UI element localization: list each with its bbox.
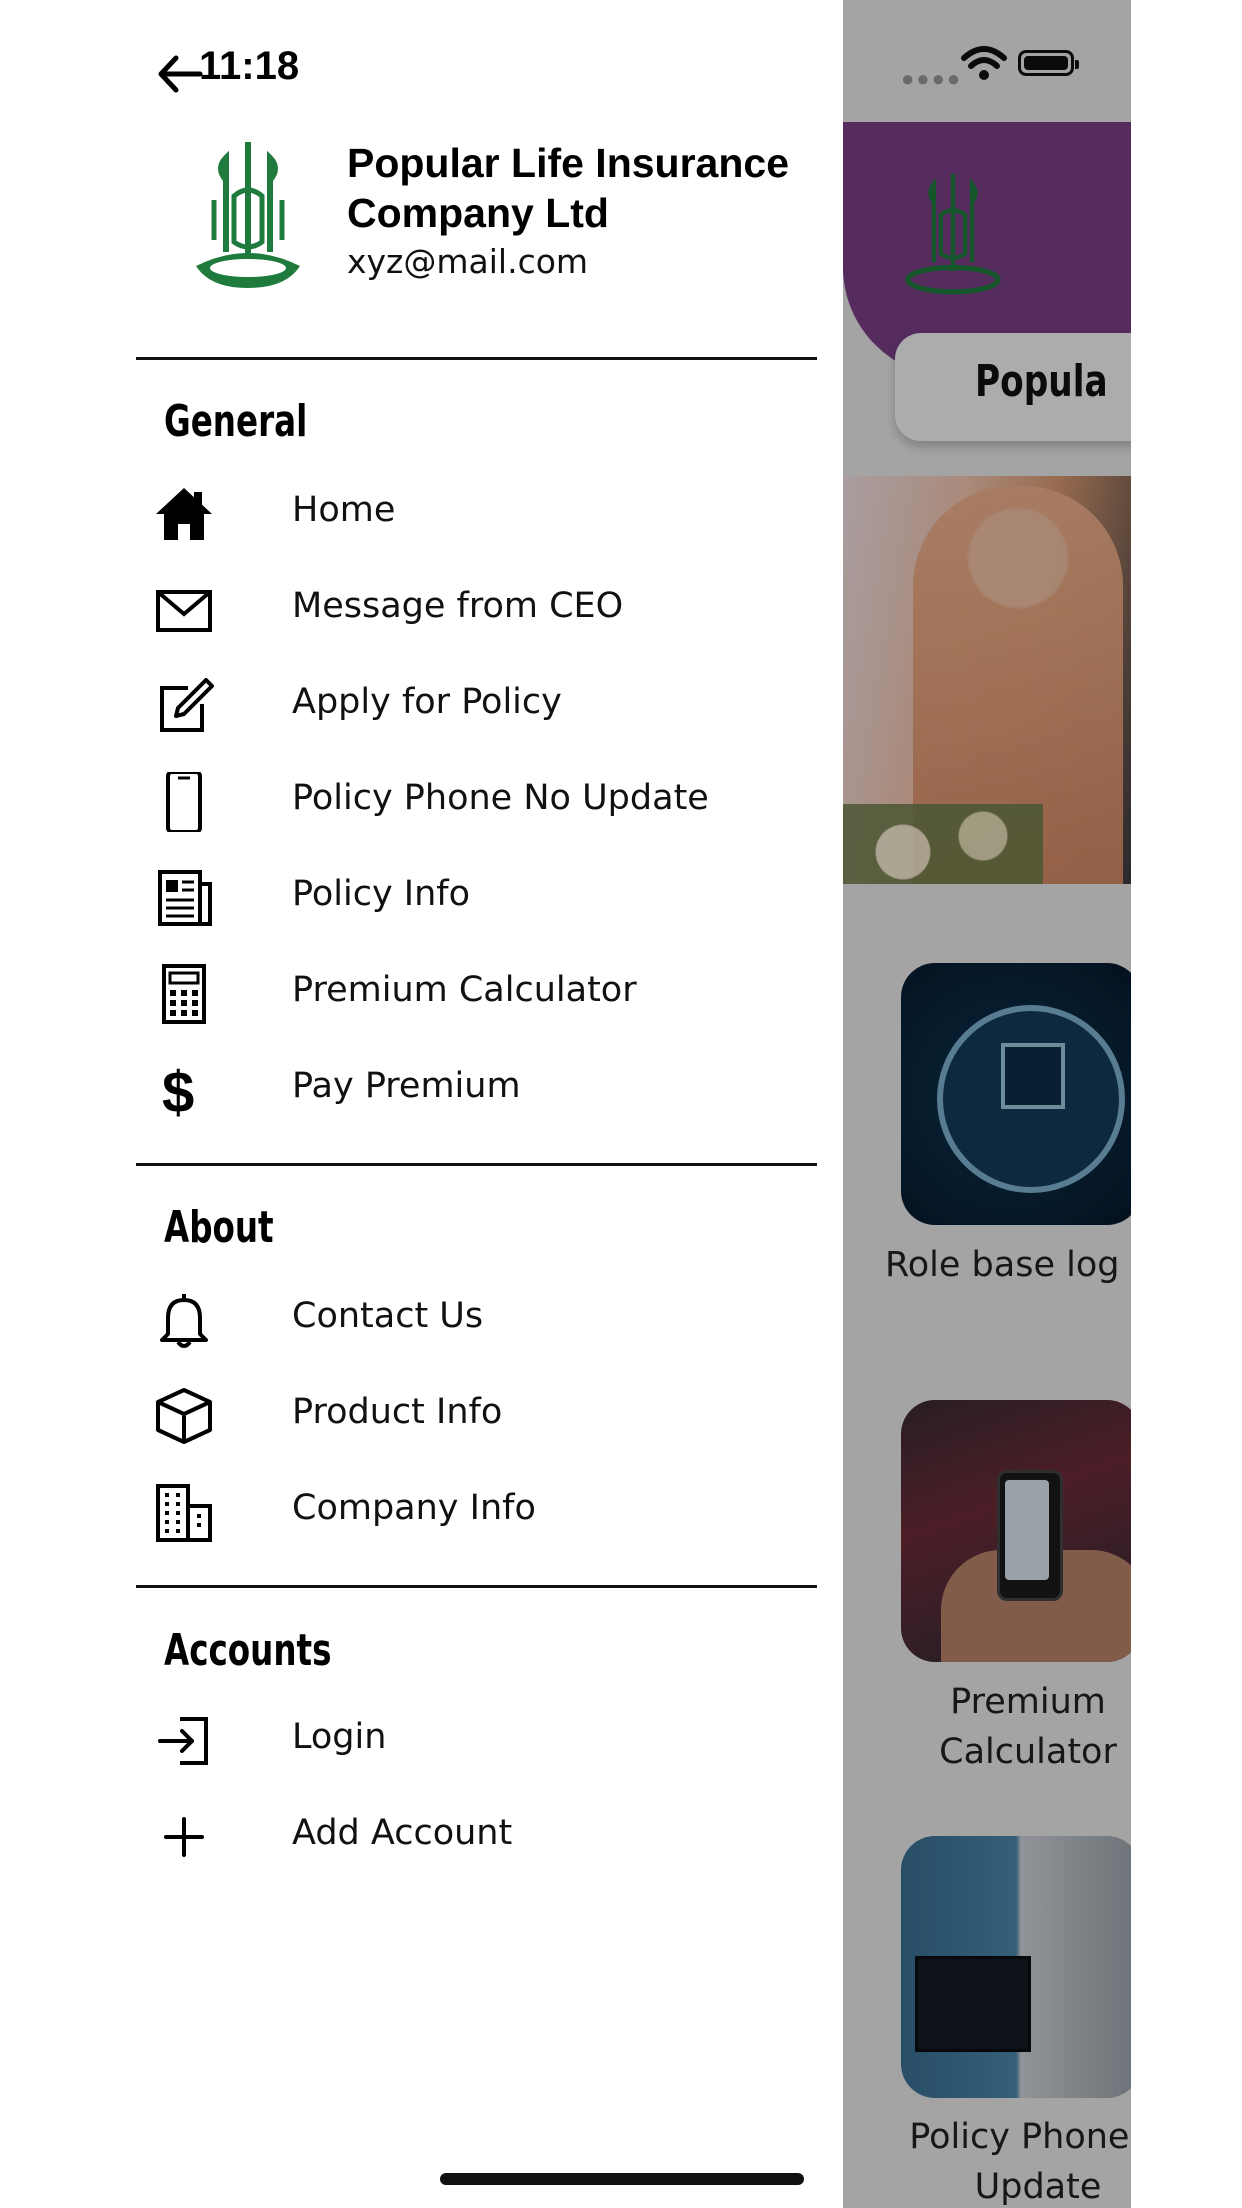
building-icon (154, 1482, 214, 1542)
menu-item-contact-us[interactable]: Contact Us (136, 1274, 817, 1366)
login-icon (154, 1711, 214, 1771)
mail-icon (154, 580, 214, 640)
svg-text:$: $ (162, 1060, 194, 1120)
company-name: Popular Life Insurance Company Ltd (347, 140, 789, 236)
smartphone-icon (154, 772, 214, 832)
newspaper-icon (154, 868, 214, 928)
menu-item-pay-premium[interactable]: $ Pay Premium (136, 1044, 817, 1136)
menu-item-policy-info[interactable]: Policy Info (136, 852, 817, 944)
section-title-accounts: Accounts (164, 1625, 332, 1676)
menu-item-premium-calculator[interactable]: Premium Calculator (136, 948, 817, 1040)
menu-item-product-info[interactable]: Product Info (136, 1370, 817, 1462)
divider (136, 1163, 817, 1166)
dollar-icon: $ (154, 1060, 214, 1120)
divider (136, 1585, 817, 1588)
user-email: xyz@mail.com (347, 242, 589, 281)
home-icon (154, 484, 214, 544)
menu-item-apply-for-policy[interactable]: Apply for Policy (136, 660, 817, 752)
menu-item-label: Policy Info (292, 874, 471, 914)
menu-item-label: Product Info (292, 1392, 503, 1432)
menu-item-label: Pay Premium (292, 1066, 521, 1106)
back-arrow-icon[interactable] (156, 50, 204, 98)
menu-item-label: Add Account (292, 1813, 513, 1853)
section-title-general: General (164, 396, 308, 447)
navigation-drawer: 11:18 Popular Life Insurance Company Ltd… (0, 0, 843, 2208)
section-title-about: About (164, 1202, 274, 1253)
menu-item-label: Company Info (292, 1488, 536, 1528)
status-time: 11:18 (199, 44, 300, 88)
menu-item-company-info[interactable]: Company Info (136, 1466, 817, 1558)
edit-icon (154, 676, 214, 736)
plus-icon (154, 1807, 214, 1867)
menu-item-message-from-ceo[interactable]: Message from CEO (136, 564, 817, 656)
menu-item-login[interactable]: Login (136, 1695, 817, 1787)
menu-item-home[interactable]: Home (136, 468, 817, 560)
menu-item-add-account[interactable]: Add Account (136, 1791, 817, 1883)
menu-item-label: Policy Phone No Update (292, 778, 709, 818)
bell-icon (154, 1290, 214, 1350)
home-indicator (440, 2173, 804, 2185)
menu-item-label: Message from CEO (292, 586, 624, 626)
calculator-icon (154, 964, 214, 1024)
company-logo (196, 142, 300, 288)
menu-item-label: Contact Us (292, 1296, 484, 1336)
screen: ●●●● Popula Role base log Premium Calcul… (0, 0, 1242, 2208)
menu-item-label: Premium Calculator (292, 970, 637, 1010)
menu-item-label: Home (292, 490, 396, 530)
divider (136, 357, 817, 360)
menu-item-label: Apply for Policy (292, 682, 562, 722)
menu-item-label: Login (292, 1717, 387, 1757)
menu-item-policy-phone-update[interactable]: Policy Phone No Update (136, 756, 817, 848)
drawer-scrim[interactable] (843, 0, 1131, 2208)
box-icon (154, 1386, 214, 1446)
